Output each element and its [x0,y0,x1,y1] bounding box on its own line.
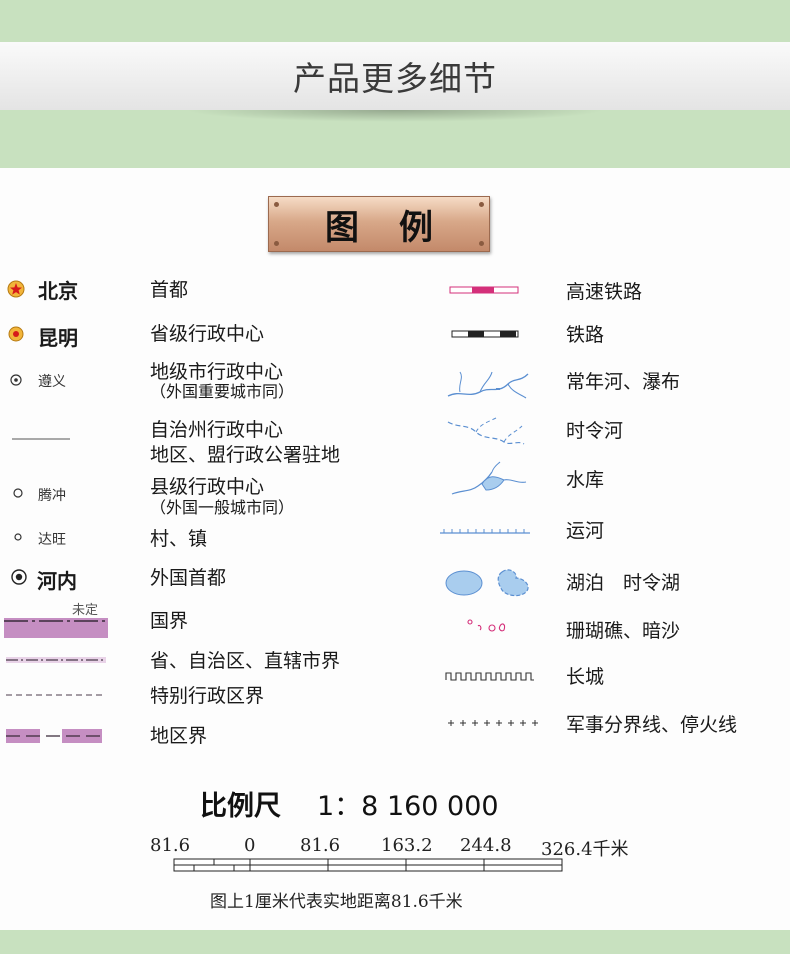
canal-icon [440,529,530,534]
scale-ratio: 1：8 160 000 [317,791,499,822]
header-banner: 产品更多细节 [0,42,790,110]
legend-name-hanoi: 河内 [37,569,77,593]
legend-desc-provincial: 省级行政中心 [150,323,265,345]
legend-desc-prefecture-note: （外国重要城市同） [150,382,295,401]
plaque-rivet [274,241,279,246]
plaque-rivet [479,241,484,246]
special-region-border-icon [6,694,106,696]
legend-name-dawang: 达旺 [38,532,66,548]
legend-desc-reservoir: 水库 [566,469,605,491]
legend-desc-canal: 运河 [566,520,605,542]
scale-tick-label: 244.8 [460,835,512,856]
legend-title: 图例 [325,207,473,248]
legend-desc-coral-reef: 珊瑚礁、暗沙 [566,620,681,642]
scale-tick-label: 163.2 [381,835,433,856]
legend-desc-capital: 首都 [150,279,189,301]
legend-desc-lake: 湖泊 时令湖 [566,572,681,594]
scale-tick-label: 81.6 [150,835,191,856]
legend-desc-county: 县级行政中心 [150,476,265,498]
railway-icon [451,330,519,338]
small-ring-county-icon [13,488,23,498]
lake-icon [445,569,529,597]
header-title: 产品更多细节 [293,59,497,98]
scale-note: 图上1厘米代表实地距离81.6千米 [210,892,463,912]
provincial-border-icon [6,657,106,663]
plaque-rivet [479,202,484,207]
legend-desc-foreign-capital: 外国首都 [150,567,227,589]
legend-desc-military-line: 军事分界线、停火线 [566,714,738,736]
bottom-bar [0,930,790,954]
map-legend-card: 图例 北京 首都 昆明 省级行政中心 遵义 地级市行政中心 （外国重要城市同） … [0,168,790,930]
scale-bar [173,858,563,872]
legend-name-beijing: 北京 [38,279,78,303]
region-border-icon [6,729,102,743]
small-circle-village-icon [14,533,22,541]
legend-name-tengchong: 腾冲 [38,488,66,504]
legend-desc-village: 村、镇 [150,528,208,550]
military-line-icon [448,720,538,726]
legend-desc-river-waterfall: 常年河、瀑布 [566,371,681,393]
scale-tick-label: 0 [244,835,256,856]
great-wall-icon [445,672,534,681]
thin-line-icon [12,438,70,440]
legend-desc-region-border: 地区界 [150,725,208,747]
legend-desc-autonomous-prefecture: 自治州行政中心 [150,419,284,441]
ring-dot-prefecture-icon [10,374,22,386]
double-ring-foreign-capital-icon [11,569,27,585]
plaque-rivet [274,202,279,207]
legend-desc-national-border: 国界 [150,610,189,632]
banner-shadow [185,110,605,122]
reservoir-icon [451,461,527,495]
legend-desc-county-note: （外国一般城市同） [150,498,295,517]
scale-tick-label: 81.6 [300,835,341,856]
seasonal-river-icon [447,417,525,445]
legend-desc-provincial-border: 省、自治区、直辖市界 [150,650,341,672]
star-capital-icon [7,280,25,298]
legend-name-zunyi: 遵义 [38,374,66,390]
legend-desc-expressway: 高速铁路 [566,281,643,303]
legend-desc-seasonal-river: 时令河 [566,420,624,442]
legend-desc-great-wall: 长城 [566,666,605,688]
legend-desc-region-seat: 地区、盟行政公署驻地 [150,444,341,466]
double-dot-provincial-icon [8,326,24,342]
legend-desc-railway: 铁路 [566,324,605,346]
national-border-icon [4,618,108,638]
legend-undefined-label: 未定 [72,603,99,618]
scale-title: 比例尺 [200,791,281,822]
expressway-icon [449,286,519,294]
coral-reef-icon [467,619,506,632]
legend-desc-prefecture: 地级市行政中心 [150,361,284,383]
scale-heading: 比例尺 1：8 160 000 [200,784,499,823]
legend-plaque: 图例 [268,196,490,252]
legend-name-kunming: 昆明 [38,326,78,350]
legend-desc-special-region-border: 特别行政区界 [150,685,265,707]
river-waterfall-icon [447,371,529,399]
